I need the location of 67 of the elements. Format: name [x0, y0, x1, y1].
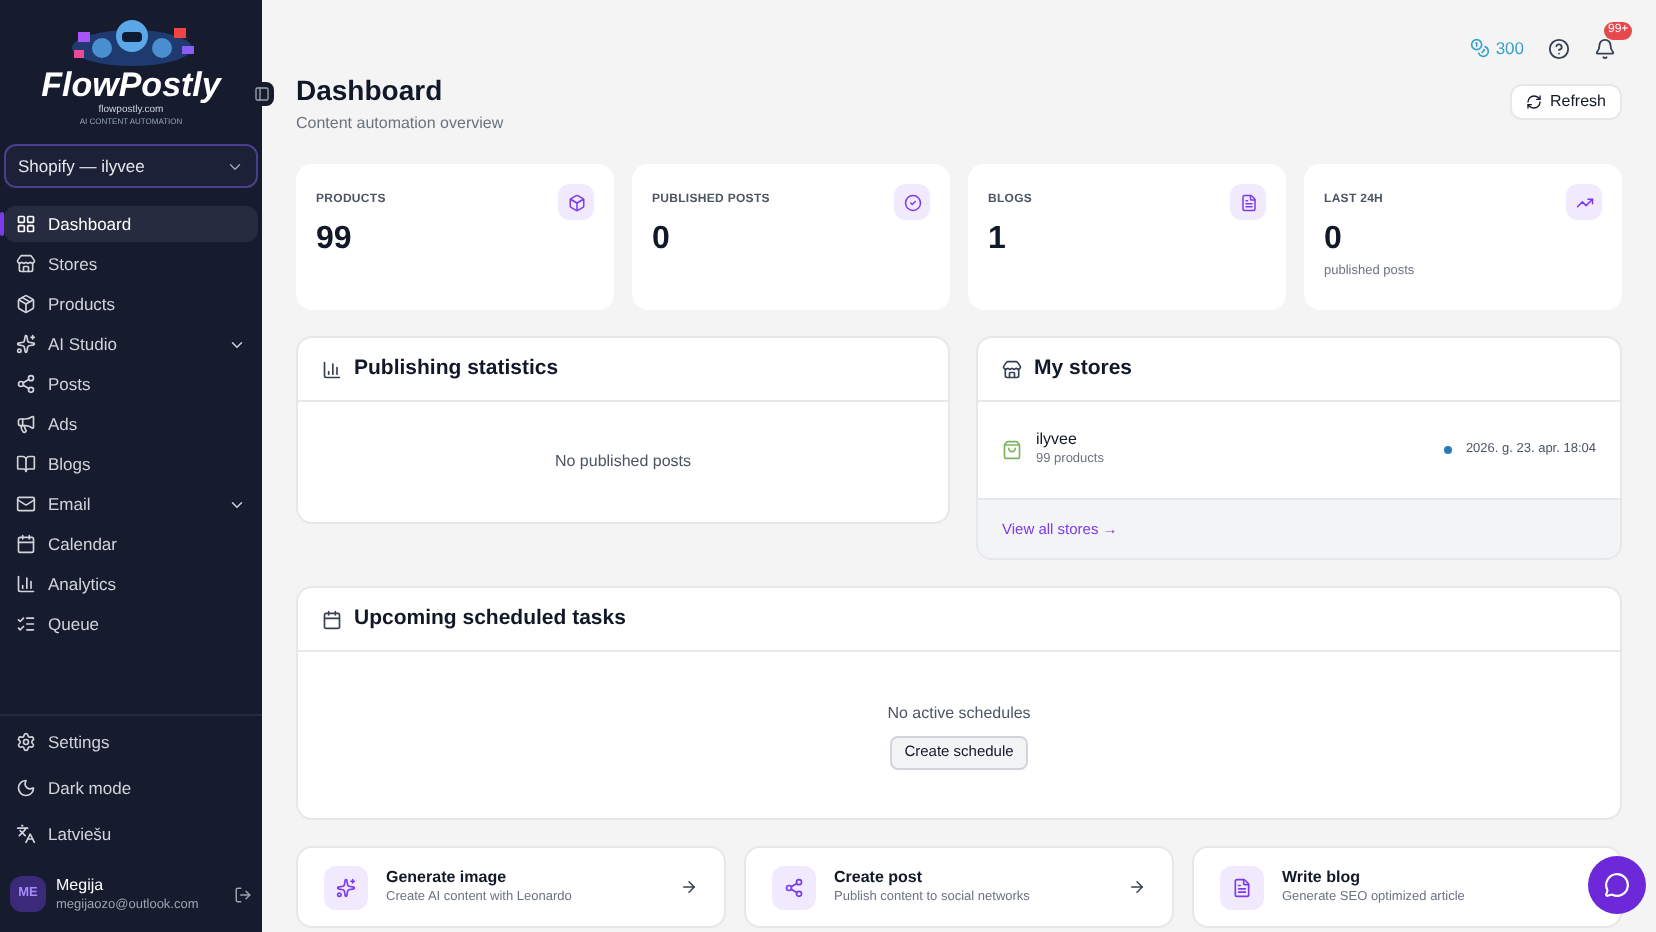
sparkles-icon: [16, 334, 36, 354]
stat-value: 99: [316, 222, 354, 258]
empty-message: No active schedules: [887, 701, 1031, 725]
nav-item[interactable]: Products: [4, 286, 258, 322]
share-icon: [16, 374, 36, 394]
calendar-icon: [16, 534, 36, 554]
user-name: Megija: [56, 875, 106, 895]
document-icon: [1239, 193, 1257, 211]
page-title: Dashboard: [296, 72, 445, 108]
document-icon: [1232, 877, 1252, 897]
nav-item[interactable]: AI Studio: [4, 326, 258, 362]
store-select[interactable]: Shopify — ilyvee: [4, 144, 258, 188]
nav-item[interactable]: Settings: [4, 724, 258, 760]
action-title: Create post: [834, 867, 925, 888]
nav-item[interactable]: Stores: [4, 246, 258, 282]
nav-item[interactable]: Latviešu: [4, 816, 258, 852]
language-icon: [16, 824, 36, 844]
sidebar-toggle[interactable]: [250, 82, 274, 106]
nav-item[interactable]: Dark mode: [4, 770, 258, 806]
chart-icon: [16, 574, 36, 594]
store-icon: [16, 254, 36, 274]
mail-icon: [16, 494, 36, 514]
nav-item[interactable]: Email: [4, 486, 258, 522]
nav-item[interactable]: Dashboard: [4, 206, 258, 242]
box-icon: [567, 193, 585, 211]
nav-item[interactable]: Queue: [4, 606, 258, 642]
megaphone-icon: [16, 414, 36, 434]
empty-message: No published posts: [554, 450, 692, 474]
moon-icon: [16, 778, 36, 798]
chat-button[interactable]: [1588, 856, 1646, 914]
panel-icon: [254, 86, 270, 102]
logout-icon[interactable]: [234, 885, 252, 903]
nav-item[interactable]: Calendar: [4, 526, 258, 562]
coins-icon: [1469, 38, 1490, 58]
share-icon: [784, 877, 804, 897]
check-circle-icon: [903, 193, 921, 211]
nav-item[interactable]: Blogs: [4, 446, 258, 482]
panel-title: Upcoming scheduled tasks: [354, 603, 626, 634]
nav-item[interactable]: Posts: [4, 366, 258, 402]
panel-title: Publishing statistics: [354, 353, 559, 384]
settings-icon: [16, 732, 36, 752]
brand-name: FlowPostly: [41, 68, 221, 104]
panel-title: My stores: [1034, 353, 1133, 384]
refresh-icon: [1525, 94, 1542, 110]
stat-value: 0: [1324, 222, 1344, 258]
calendar-icon: [322, 609, 342, 629]
action-title: Generate image: [386, 867, 509, 888]
book-icon: [16, 454, 36, 474]
shopping-bag-icon: [1002, 440, 1022, 460]
chart-icon: [322, 359, 342, 379]
refresh-button[interactable]: Refresh: [1509, 84, 1622, 120]
store-icon: [1002, 359, 1022, 379]
store-name: ilyvee: [1036, 430, 1079, 451]
trend-icon: [1575, 193, 1593, 211]
dashboard-icon: [16, 214, 36, 234]
list-icon: [16, 614, 36, 634]
nav-item[interactable]: Analytics: [4, 566, 258, 602]
page-subtitle: Content automation overview: [296, 112, 504, 136]
stat-value: 0: [652, 222, 672, 258]
action-title: Write blog: [1282, 867, 1362, 888]
nav-item[interactable]: Ads: [4, 406, 258, 442]
chat-icon: [1604, 872, 1630, 898]
package-icon: [16, 294, 36, 314]
sparkles-icon: [336, 877, 356, 897]
help-icon[interactable]: [1548, 37, 1570, 59]
stat-value: 1: [988, 222, 1008, 258]
bell-icon[interactable]: [1594, 37, 1616, 59]
